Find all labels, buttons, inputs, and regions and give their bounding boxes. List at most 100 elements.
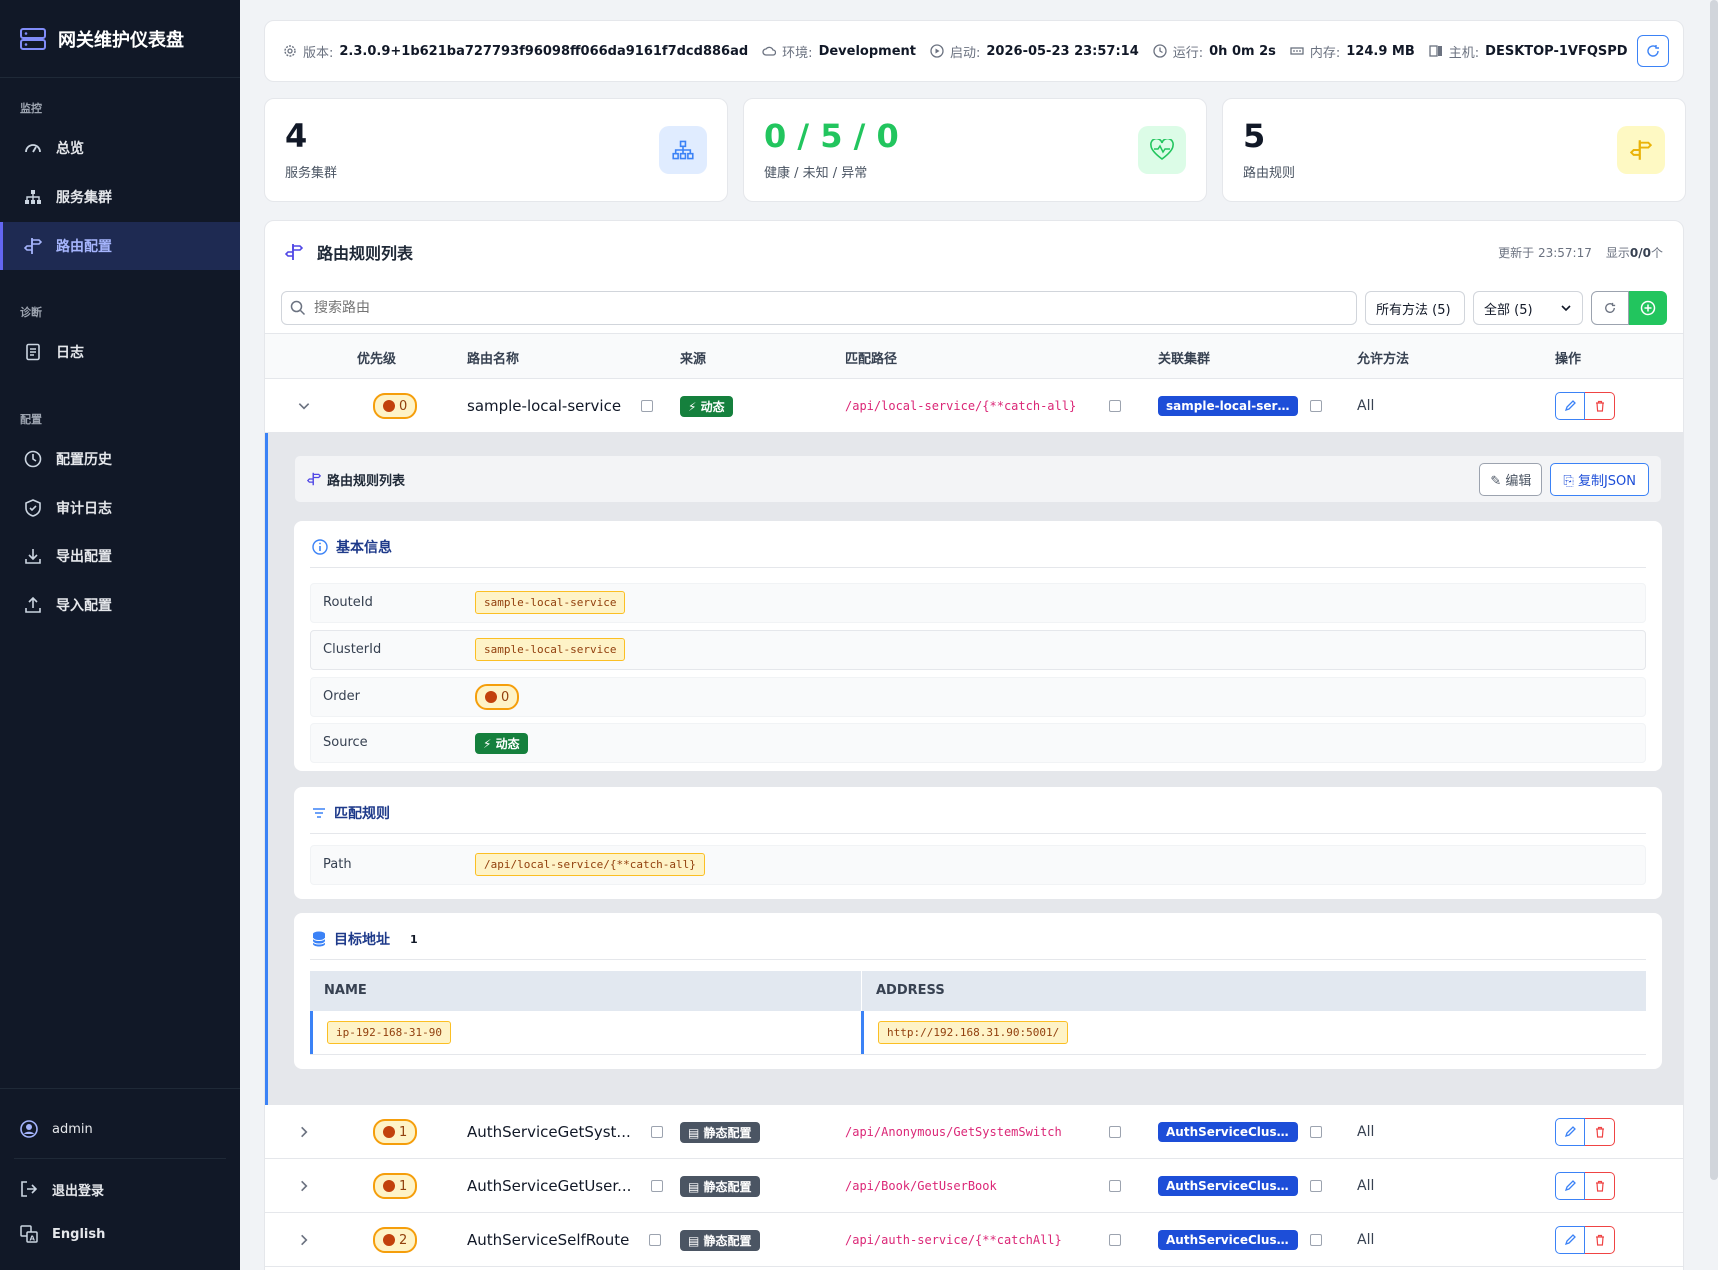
nav-item-clusters[interactable]: 服务集群 xyxy=(0,173,240,221)
shown-suffix: 个 xyxy=(1650,245,1663,260)
dest-address: http://192.168.31.90:5001/ xyxy=(878,1021,1069,1044)
methods-cell: All xyxy=(1357,1232,1375,1248)
edit-button[interactable]: ✎ 编辑 xyxy=(1479,462,1543,496)
name-cell: sample-local-service xyxy=(467,379,654,433)
clipboard-icon[interactable] xyxy=(1310,1126,1322,1138)
row-actions xyxy=(1555,1226,1615,1254)
path-copy-cell xyxy=(1109,1105,1121,1159)
table-row[interactable]: 0 sample-local-service ⚡ 动态 /api/local-s… xyxy=(265,379,1683,433)
destinations-title-text: 目标地址 xyxy=(334,932,390,948)
edit-route-button[interactable] xyxy=(1555,392,1585,420)
trash-icon xyxy=(1595,1180,1604,1192)
nav-item-export-config[interactable]: 导出配置 xyxy=(0,532,240,580)
expand-toggle[interactable] xyxy=(297,1159,311,1213)
delete-route-button[interactable] xyxy=(1585,1226,1615,1254)
priority-cell: 1 xyxy=(373,1105,418,1159)
methods-cell: All xyxy=(1357,1124,1375,1140)
chevron-down-icon xyxy=(1561,305,1571,312)
edit-route-button[interactable] xyxy=(1555,1118,1585,1146)
delete-route-button[interactable] xyxy=(1585,1118,1615,1146)
copy-json-label: 复制JSON xyxy=(1577,473,1636,489)
nav-item-label: 审计日志 xyxy=(56,501,112,517)
th-name: 路由名称 xyxy=(467,352,520,367)
source-text: 静态配置 xyxy=(703,1179,752,1194)
scope-filter-select[interactable]: 全部 (5) xyxy=(1473,291,1583,325)
source-cell: ▤ 静态配置 xyxy=(680,1159,760,1213)
nav-item-import-config[interactable]: 导入配置 xyxy=(0,581,240,629)
info-memory-value: 124.9 MB xyxy=(1346,43,1415,59)
search-icon xyxy=(290,300,306,316)
actions-cell xyxy=(1555,1213,1615,1267)
source-text: 静态配置 xyxy=(703,1125,752,1140)
collapse-toggle[interactable] xyxy=(297,379,311,433)
edit-route-button[interactable] xyxy=(1555,1172,1585,1200)
priority-cell: 0 xyxy=(373,379,418,433)
add-route-button[interactable] xyxy=(1629,291,1667,325)
cluster-badge[interactable]: AuthServiceCluster xyxy=(1158,1230,1298,1250)
nav-item-routes[interactable]: 路由配置 xyxy=(0,222,240,270)
source-badge: ▤ 静态配置 xyxy=(680,1175,760,1197)
clipboard-icon[interactable] xyxy=(651,1180,664,1192)
language-toggle[interactable]: A English xyxy=(0,1210,240,1258)
priority-value: 0 xyxy=(399,398,408,414)
search-input[interactable] xyxy=(314,300,1356,316)
cluster-cell: AuthServiceCluster xyxy=(1158,1159,1322,1213)
cluster-badge[interactable]: sample-local-servi... xyxy=(1158,396,1298,416)
stat-icon-box xyxy=(1138,126,1186,174)
route-name: sample-local-service xyxy=(467,397,622,415)
copy-json-button[interactable]: ⎘ 复制JSON xyxy=(1550,462,1649,496)
stat-icon-box xyxy=(1617,126,1665,174)
table-row[interactable]: 1 AuthServiceGetUser... ▤ 静态配置 /api/Book… xyxy=(265,1159,1683,1213)
methods-cell: All xyxy=(1357,1178,1375,1194)
page-scrollbar[interactable] xyxy=(1710,0,1718,1180)
clipboard-icon[interactable] xyxy=(1310,1234,1322,1246)
kv-value: 0 xyxy=(475,684,520,710)
cluster-badge[interactable]: AuthServiceCluster xyxy=(1158,1176,1298,1196)
delete-route-button[interactable] xyxy=(1585,1172,1615,1200)
clipboard-icon[interactable] xyxy=(641,400,654,412)
cluster-badge[interactable]: AuthServiceCluster xyxy=(1158,1122,1298,1142)
refresh-system-button[interactable] xyxy=(1637,35,1669,67)
kv-key: RouteId xyxy=(323,595,373,610)
signpost-icon xyxy=(285,244,303,260)
chevron-right-icon xyxy=(301,1234,308,1246)
stat-value: 0 / 5 / 0 xyxy=(764,116,899,155)
nav-item-overview[interactable]: 总览 xyxy=(0,124,240,172)
logout-button[interactable]: 退出登录 xyxy=(0,1165,240,1213)
clipboard-icon[interactable] xyxy=(1109,400,1121,412)
clipboard-icon[interactable] xyxy=(1310,1180,1322,1192)
clipboard-icon[interactable] xyxy=(650,1126,663,1138)
kv-path: Path /api/local-service/{**catch-all} xyxy=(310,845,1646,885)
clipboard-icon[interactable] xyxy=(649,1234,662,1246)
stat-icon-box xyxy=(659,126,707,174)
trash-icon xyxy=(1595,1126,1604,1138)
nav-item-audit-log[interactable]: 审计日志 xyxy=(0,484,240,532)
stat-health: 0 / 5 / 0 健康 / 未知 / 异常 xyxy=(743,98,1207,202)
cluster-cell: AuthServiceCluster xyxy=(1158,1213,1322,1267)
refresh-routes-button[interactable] xyxy=(1591,291,1629,325)
kv-source: Source ⚡ 动态 xyxy=(310,723,1646,763)
path-cell: /api/Anonymous/GetSystemSwitch xyxy=(845,1105,1085,1159)
actions-cell xyxy=(1555,1105,1615,1159)
table-row[interactable]: 1 AuthServiceGetSyst... ▤ 静态配置 /api/Anon… xyxy=(265,1105,1683,1159)
clipboard-icon[interactable] xyxy=(1109,1126,1121,1138)
method-filter-select[interactable]: 所有方法 (5) xyxy=(1365,291,1465,325)
nav-item-config-history[interactable]: 配置历史 xyxy=(0,435,240,483)
kv-route-id: RouteId sample-local-service xyxy=(310,583,1646,623)
route-detail: 路由规则列表 ✎ 编辑 ⎘ 复制JSON 基本信息 RouteId sample… xyxy=(265,433,1683,1115)
clipboard-icon[interactable] xyxy=(1109,1180,1121,1192)
clipboard-icon[interactable] xyxy=(1109,1234,1121,1246)
shield-icon xyxy=(25,499,41,517)
delete-route-button[interactable] xyxy=(1585,392,1615,420)
table-row[interactable]: 2 AuthServiceSelfRoute ▤ 静态配置 /api/auth-… xyxy=(265,1213,1683,1267)
upload-icon xyxy=(25,596,41,613)
source-text: 静态配置 xyxy=(703,1233,752,1248)
actions-cell xyxy=(1555,1159,1615,1213)
nav-item-logs[interactable]: 日志 xyxy=(0,328,240,376)
source-badge: ⚡ 动态 xyxy=(475,733,528,754)
edit-route-button[interactable] xyxy=(1555,1226,1585,1254)
expand-toggle[interactable] xyxy=(297,1213,311,1267)
clipboard-icon[interactable] xyxy=(1310,400,1322,412)
sitemap-icon xyxy=(672,140,694,160)
expand-toggle[interactable] xyxy=(297,1105,311,1159)
